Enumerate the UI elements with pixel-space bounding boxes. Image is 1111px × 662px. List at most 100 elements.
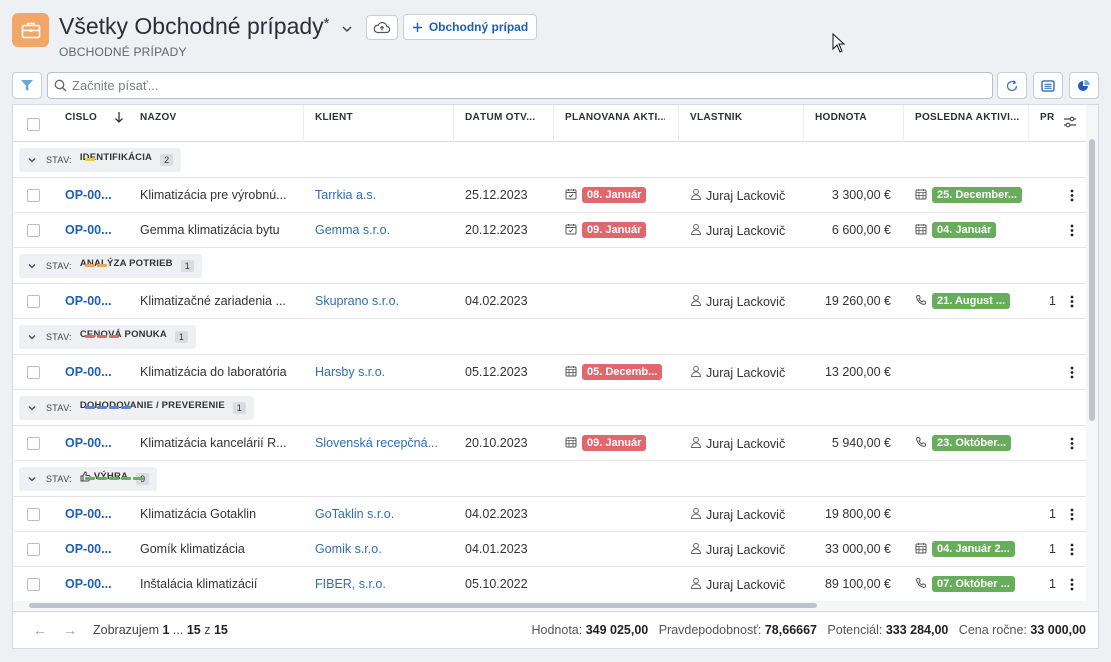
deal-name[interactable]: Klimatizácia do laboratória [140, 365, 292, 379]
col-header-open-date[interactable]: DÁTUM OTV... [465, 112, 541, 123]
row-checkbox[interactable] [27, 366, 40, 379]
chevron-down-icon[interactable] [27, 474, 37, 484]
row-menu-icon[interactable] [1070, 295, 1074, 308]
client-link[interactable]: Gemma s.r.o. [315, 223, 443, 237]
last-activity[interactable]: 04. Január [915, 222, 997, 238]
last-activity[interactable]: 23. Október... [915, 435, 1012, 451]
last-activity[interactable]: 21. August ... [915, 293, 1011, 309]
table-row[interactable]: OP-00... Gemma klimatizácia bytu Gemma s.r… [13, 213, 1088, 248]
deal-number-link[interactable]: OP-00... [65, 507, 121, 521]
cloud-save-button[interactable] [366, 15, 398, 40]
client-link[interactable]: GoTaklin s.r.o. [315, 507, 443, 521]
chevron-down-icon[interactable] [27, 403, 37, 413]
deal-name[interactable]: Klimatizačné zariadenia ... [140, 294, 292, 308]
row-menu-icon[interactable] [1070, 366, 1074, 379]
table-row[interactable]: OP-00... Klimatizácia do laboratória Harsb… [13, 355, 1088, 390]
status-group-header[interactable]: STAV: CENOVÁ PONUKA 1 [13, 319, 1088, 355]
vertical-scroll-thumb[interactable] [1089, 139, 1095, 421]
col-header-planned-activity[interactable]: PLÁNOVANÁ AKTI... [565, 112, 665, 123]
table-row[interactable]: OP-00... Inštalácia klimatizácií FIBER, s.… [13, 567, 1088, 602]
planned-activity[interactable]: 09. Január [565, 222, 647, 238]
row-menu-icon[interactable] [1070, 189, 1074, 202]
table-row[interactable]: OP-00... Gomík klimatizácia Gomik s.r.o. 04… [13, 532, 1088, 567]
col-header-name[interactable]: NÁZOV [140, 112, 177, 123]
planned-activity[interactable]: 05. Decemb... [565, 364, 663, 380]
client-link[interactable]: Gomik s.r.o. [315, 542, 443, 556]
chevron-down-icon[interactable] [27, 332, 37, 342]
select-all-checkbox[interactable] [27, 118, 40, 131]
planned-activity[interactable]: 08. Január [565, 187, 647, 203]
owner[interactable]: Juraj Lackovič [690, 542, 785, 557]
owner[interactable]: Juraj Lackovič [690, 223, 785, 238]
chevron-down-icon[interactable] [27, 155, 37, 165]
deal-number-link[interactable]: OP-00... [65, 188, 121, 202]
deal-number-link[interactable]: OP-00... [65, 365, 121, 379]
filter-button[interactable] [12, 72, 42, 99]
row-checkbox[interactable] [27, 189, 40, 202]
planned-activity-date[interactable]: 09. Január [582, 435, 647, 451]
prev-page-arrow-icon[interactable]: ← [33, 622, 47, 638]
client-link[interactable]: Tarrkia a.s. [315, 188, 443, 202]
table-row[interactable]: OP-00... Klimatizačné zariadenia ... Skupr… [13, 284, 1088, 319]
col-header-client[interactable]: KLIENT [315, 112, 353, 123]
row-checkbox[interactable] [27, 578, 40, 591]
owner[interactable]: Juraj Lackovič [690, 294, 785, 309]
deal-number-link[interactable]: OP-00... [65, 223, 121, 237]
planned-activity-date[interactable]: 09. Január [582, 222, 647, 238]
status-group-pill[interactable]: STAV: DOHODOVANIE / PREVERENIE 1 [19, 396, 254, 420]
vertical-scrollbar[interactable] [1086, 105, 1098, 611]
col-header-number[interactable]: ČÍSLO [65, 112, 97, 123]
col-header-value[interactable]: HODNOTA [815, 112, 867, 123]
last-activity-date[interactable]: 04. Január 2... [932, 541, 1015, 557]
row-checkbox[interactable] [27, 508, 40, 521]
search-input[interactable] [72, 78, 952, 93]
last-activity[interactable]: 25. December... [915, 187, 1023, 203]
planned-activity[interactable]: 09. Január [565, 435, 647, 451]
last-activity-date[interactable]: 21. August ... [932, 293, 1011, 309]
last-activity-date[interactable]: 07. Október ... [932, 576, 1015, 592]
deal-name[interactable]: Gomík klimatizácia [140, 542, 292, 556]
owner[interactable]: Juraj Lackovič [690, 436, 785, 451]
last-activity-date[interactable]: 23. Október... [932, 435, 1012, 451]
row-checkbox[interactable] [27, 295, 40, 308]
col-header-probability[interactable]: PR [1040, 112, 1056, 123]
col-header-last-activity[interactable]: POSLEDNÁ AKTIVI... [915, 112, 1025, 123]
last-activity[interactable]: 07. Október ... [915, 576, 1015, 592]
horizontal-scroll-thumb[interactable] [29, 603, 817, 608]
chevron-down-icon[interactable] [27, 261, 37, 271]
status-group-header[interactable]: STAV: ANALÝZA POTRIEB 1 [13, 248, 1088, 284]
add-deal-button[interactable]: Obchodný prípad [403, 14, 537, 40]
last-activity[interactable]: 04. Január 2... [915, 541, 1015, 557]
row-menu-icon[interactable] [1070, 437, 1074, 450]
column-settings-icon[interactable] [1063, 116, 1077, 128]
chart-view-button[interactable] [1069, 72, 1099, 99]
last-activity-date[interactable]: 25. December... [932, 187, 1023, 203]
planned-activity-date[interactable]: 05. Decemb... [582, 364, 663, 380]
deal-number-link[interactable]: OP-00... [65, 294, 121, 308]
row-menu-icon[interactable] [1070, 224, 1074, 237]
row-checkbox[interactable] [27, 224, 40, 237]
row-checkbox[interactable] [27, 437, 40, 450]
page-title[interactable]: Všetky Obchodné prípady* [59, 12, 330, 40]
deal-name[interactable]: Klimatizácia kancelárií R... [140, 436, 292, 450]
table-row[interactable]: OP-00... Klimatizácia kancelárií R... Slov… [13, 426, 1088, 461]
status-group-pill[interactable]: STAV: IDENTIFIKÁCIA 2 [19, 148, 182, 172]
deal-number-link[interactable]: OP-00... [65, 436, 121, 450]
owner[interactable]: Juraj Lackovič [690, 577, 785, 592]
deal-name[interactable]: Gemma klimatizácia bytu [140, 223, 292, 237]
client-link[interactable]: FIBER, s.r.o. [315, 577, 443, 591]
search-field[interactable] [47, 72, 993, 99]
row-checkbox[interactable] [27, 543, 40, 556]
client-link[interactable]: Skuprano s.r.o. [315, 294, 443, 308]
owner[interactable]: Juraj Lackovič [690, 188, 785, 203]
sort-down-arrow-icon[interactable] [114, 111, 124, 124]
row-menu-icon[interactable] [1070, 543, 1074, 556]
deal-number-link[interactable]: OP-00... [65, 577, 121, 591]
row-menu-icon[interactable] [1070, 578, 1074, 591]
col-header-owner[interactable]: VLASTNÍK [690, 112, 742, 123]
last-activity-date[interactable]: 04. Január [932, 222, 997, 238]
status-group-header[interactable]: STAV: DOHODOVANIE / PREVERENIE 1 [13, 390, 1088, 426]
deal-number-link[interactable]: OP-00... [65, 542, 121, 556]
status-group-pill[interactable]: STAV: ANALÝZA POTRIEB 1 [19, 254, 202, 278]
client-link[interactable]: Harsby s.r.o. [315, 365, 443, 379]
